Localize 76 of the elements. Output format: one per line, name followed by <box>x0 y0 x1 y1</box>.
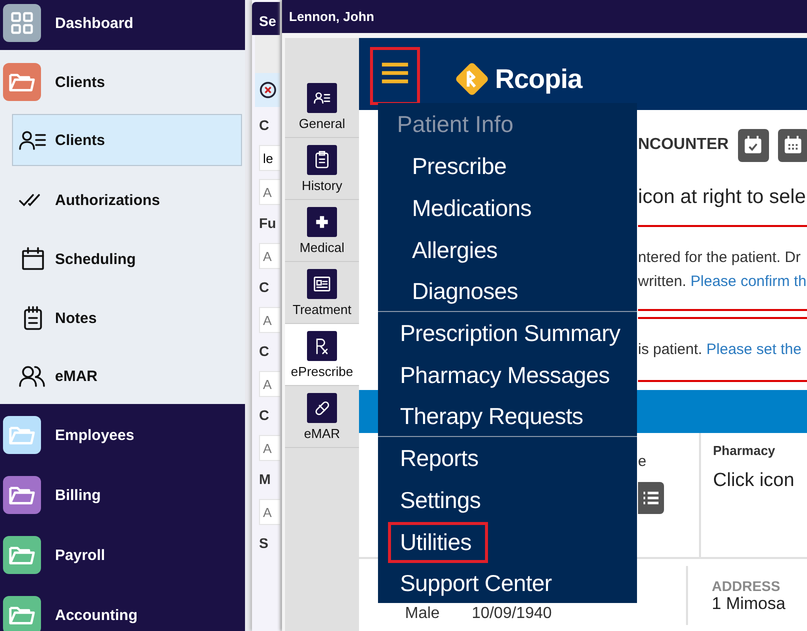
tab[interactable]: General <box>285 76 359 138</box>
tab[interactable]: ePrescribe <box>285 324 359 386</box>
menu-item[interactable]: Prescribe <box>400 146 516 186</box>
client-list-icon <box>19 128 47 152</box>
sidebar-item[interactable]: Clients <box>0 50 245 114</box>
confirm-link[interactable]: Please confirm th <box>690 273 806 290</box>
input-field[interactable]: A <box>259 499 280 525</box>
sidebar-item[interactable]: Dashboard <box>0 0 245 50</box>
sidebar-item[interactable]: Accounting <box>0 585 245 631</box>
input-field[interactable]: le <box>259 145 280 171</box>
sidebar-item[interactable]: Scheduling <box>12 230 242 288</box>
clipboard-icon <box>307 144 337 174</box>
tab[interactable]: History <box>285 138 359 200</box>
logo-text: Rcopia <box>495 64 582 94</box>
pharmacy-value: Click icon <box>713 470 794 492</box>
menu-item[interactable]: Prescription Summary <box>388 312 630 354</box>
panel-toolbar <box>255 35 280 73</box>
people-icon <box>19 364 47 388</box>
calendar-check-button[interactable] <box>738 128 769 162</box>
sidebar-item[interactable]: Notes <box>12 289 242 347</box>
cell-text: e <box>638 453 646 470</box>
sidebar-item[interactable]: Authorizations <box>12 171 242 229</box>
prompt-text: icon at right to sele <box>638 186 807 209</box>
menu-heading: Patient Info <box>396 110 514 139</box>
sidebar-item[interactable]: Clients <box>12 114 242 166</box>
sidebar-item[interactable]: eMAR <box>12 348 242 404</box>
panel-title: Se <box>252 2 280 35</box>
tab[interactable]: Medical <box>285 200 359 262</box>
calendar-icon <box>782 134 804 156</box>
address-label: ADDRESS <box>712 578 782 594</box>
window-title: Lennon, John <box>282 0 807 33</box>
menu-item[interactable]: Pharmacy Messages <box>388 354 620 396</box>
calendar-icon <box>19 247 47 271</box>
input-field[interactable]: A <box>259 243 280 269</box>
field-label: Fu <box>259 215 278 233</box>
menu-item[interactable]: Medications <box>400 188 542 228</box>
field-label: M <box>259 471 272 489</box>
address-text: 1 Mimosa <box>712 594 786 614</box>
alert-text: written. <box>638 273 686 290</box>
field-label: C <box>259 343 270 361</box>
id-card-icon <box>307 82 337 112</box>
calendar-check-icon <box>742 134 764 156</box>
menu-item[interactable]: Utilities <box>388 522 488 562</box>
alert-text: ntered for the patient. Dr <box>638 248 802 268</box>
set-link[interactable]: Please set the <box>706 341 802 358</box>
menu-item[interactable]: Settings <box>388 480 491 520</box>
document-icon <box>307 268 337 298</box>
plus-icon <box>307 206 337 236</box>
tab[interactable]: eMAR <box>285 386 359 448</box>
menu-item[interactable]: Reports <box>388 438 488 478</box>
input-field[interactable]: A <box>259 307 280 333</box>
clear-icon[interactable] <box>259 81 277 99</box>
menu-item[interactable]: Therapy Requests <box>388 396 594 436</box>
menu-icon <box>381 61 409 85</box>
menu-item[interactable]: Support Center <box>388 562 562 604</box>
field-label: C <box>259 279 270 297</box>
sidebar-item[interactable]: Employees <box>0 405 245 465</box>
sidebar-item[interactable]: Payroll <box>0 525 245 585</box>
input-field[interactable]: A <box>259 435 280 461</box>
pill-icon <box>307 392 337 422</box>
rx-icon <box>307 330 337 360</box>
field-label: S <box>259 535 270 553</box>
section-heading: NCOUNTER <box>638 136 729 154</box>
pharmacy-label: Pharmacy <box>713 443 776 458</box>
alert-text: is patient. <box>638 341 702 358</box>
list-button[interactable] <box>638 482 664 514</box>
calendar-button[interactable] <box>778 128 807 162</box>
field-label: C <box>259 117 270 135</box>
gender-text: Male <box>405 605 440 623</box>
menu-item[interactable]: Diagnoses <box>400 270 528 312</box>
birth-date: 10/09/1940 <box>472 605 552 623</box>
input-field[interactable]: A <box>259 179 280 205</box>
sidebar-item[interactable]: Billing <box>0 465 245 525</box>
menu-item[interactable]: Allergies <box>400 230 508 270</box>
input-field[interactable]: A <box>259 371 280 397</box>
field-label: C <box>259 407 270 425</box>
